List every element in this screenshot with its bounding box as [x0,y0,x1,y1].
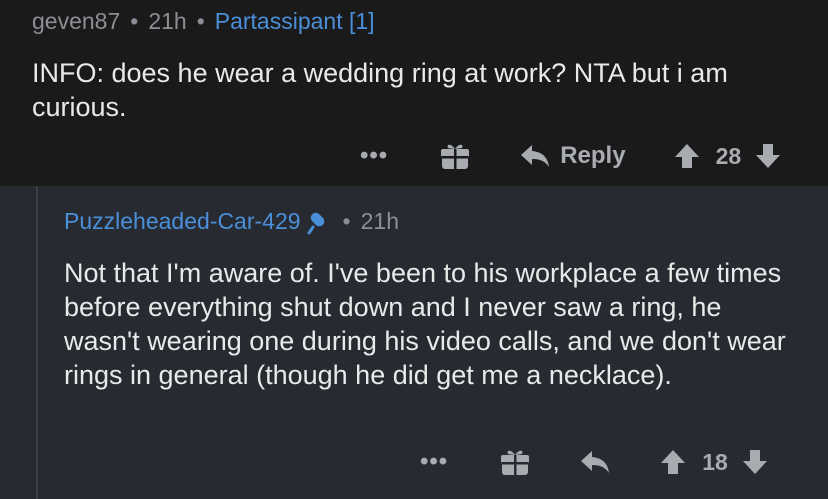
upvote-arrow-icon[interactable] [674,143,700,169]
mic-icon [307,209,333,235]
vote-score: 28 [715,142,742,169]
separator-dot: • [130,8,139,34]
timestamp: 21h [360,208,399,234]
reply-arrow-icon[interactable] [520,143,550,169]
separator-dot: • [196,8,205,34]
gift-icon[interactable] [440,141,470,171]
separator-dot: • [342,208,351,234]
comment-actions: ••• Reply 28 [360,136,781,176]
downvote-arrow-icon[interactable] [742,449,768,475]
user-flair: Partassipant [1] [214,8,375,34]
comment-actions: ••• 18 [420,442,768,482]
comment-meta: geven87 • 21h • Partassipant [1] [32,8,375,35]
comment-meta: Puzzleheaded-Car-429 • 21h [64,208,399,235]
more-options-button[interactable]: ••• [420,448,448,476]
upvote-arrow-icon[interactable] [660,449,686,475]
reply-button[interactable]: Reply [560,142,625,170]
reply-arrow-icon[interactable] [580,449,610,475]
comment-body: Not that I'm aware of. I've been to his … [64,258,786,390]
reply-comment: Puzzleheaded-Car-429 • 21h Not that I'm … [0,186,828,499]
username[interactable]: Puzzleheaded-Car-429 [64,208,301,235]
username[interactable]: geven87 [32,8,120,35]
downvote-arrow-icon[interactable] [755,143,781,169]
more-options-button[interactable]: ••• [360,142,388,170]
timestamp: 21h [148,8,187,34]
vote-score: 18 [702,448,728,475]
top-comment: geven87 • 21h • Partassipant [1] INFO: d… [0,0,828,186]
thread-line[interactable] [36,186,38,499]
comment-body: INFO: does he wear a wedding ring at wor… [32,58,728,122]
gift-icon[interactable] [500,447,530,477]
